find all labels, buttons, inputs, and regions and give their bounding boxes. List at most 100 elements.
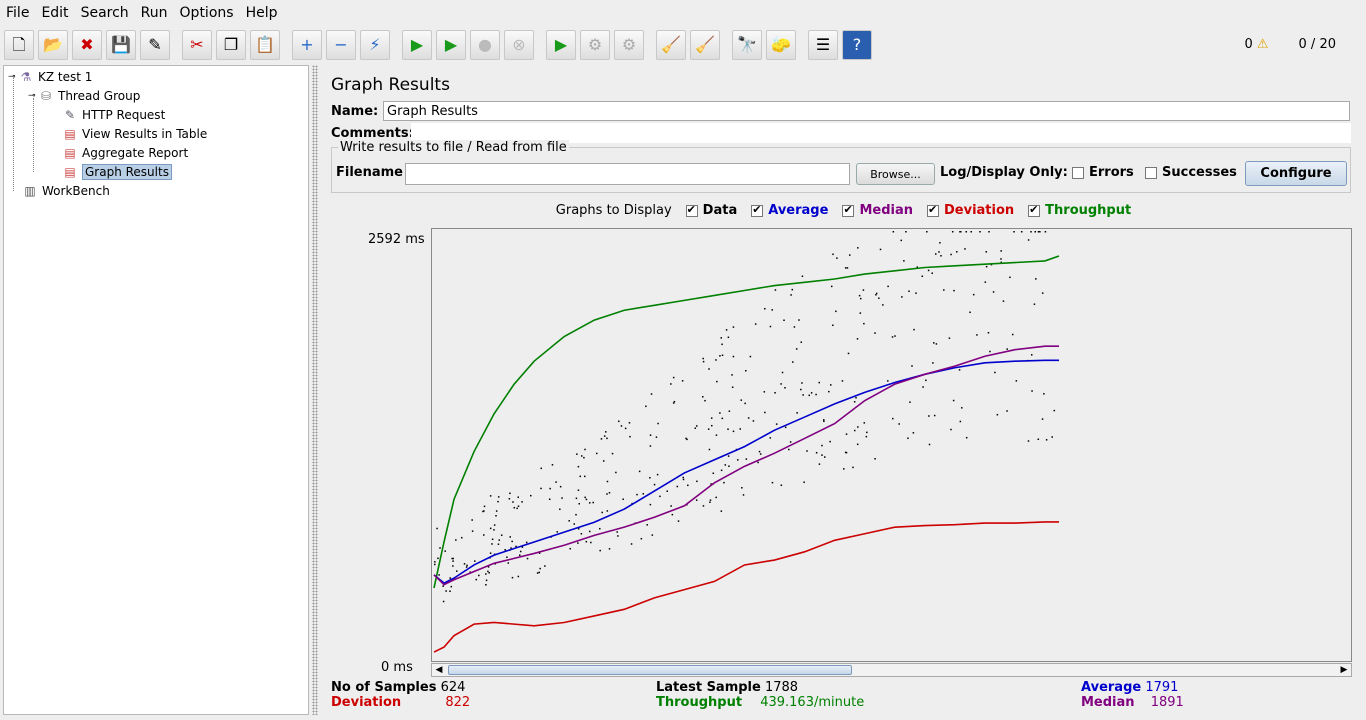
new-icon[interactable]: 🗋 — [4, 30, 34, 60]
cut-icon[interactable]: ✂ — [182, 30, 212, 60]
successes-checkbox[interactable]: Successes — [1145, 165, 1237, 180]
deviation-checkbox[interactable]: Deviation — [926, 203, 1014, 218]
help-icon[interactable]: ? — [842, 30, 872, 60]
data-point — [925, 379, 927, 382]
data-point — [1013, 231, 1015, 233]
data-point — [708, 368, 710, 370]
data-point — [848, 254, 851, 256]
data-point — [715, 359, 717, 361]
tree-item-view-results-table[interactable]: ▤ View Results in Table — [62, 124, 207, 143]
configure-button[interactable]: Configure — [1245, 161, 1347, 186]
data-point — [987, 332, 990, 334]
search-icon[interactable]: 🔭 — [732, 30, 762, 60]
data-point — [959, 231, 961, 233]
start-no-pause-icon[interactable]: ▶ — [436, 30, 466, 60]
data-point — [741, 487, 743, 489]
filename-input[interactable] — [405, 163, 850, 185]
remote-stop-icon[interactable]: ⚙ — [580, 30, 610, 60]
data-point — [577, 542, 579, 544]
graph-horizontal-scrollbar[interactable]: ◀ ▶ — [431, 663, 1352, 677]
save-as-icon[interactable]: ✎ — [140, 30, 170, 60]
data-point — [996, 413, 999, 416]
data-point — [670, 505, 672, 507]
data-point — [724, 464, 727, 466]
data-point — [649, 476, 651, 479]
results-graph — [431, 228, 1352, 662]
data-checkbox[interactable]: Data — [685, 203, 737, 218]
data-point — [823, 419, 825, 421]
median-checkbox[interactable]: Median — [842, 203, 913, 218]
close-icon[interactable]: ✖ — [72, 30, 102, 60]
scroll-left-icon[interactable]: ◀ — [432, 664, 446, 676]
data-point — [677, 520, 680, 522]
reset-search-icon[interactable]: 🧽 — [766, 30, 796, 60]
data-point — [521, 501, 523, 503]
data-point — [601, 511, 603, 514]
menu-help[interactable]: Help — [246, 5, 278, 21]
warning-count[interactable]: 0 ⚠ — [1244, 37, 1268, 52]
data-point — [725, 329, 728, 331]
flask-icon: ⚗ — [20, 69, 32, 84]
tree-item-http-request[interactable]: ✎ HTTP Request — [62, 105, 165, 124]
data-point — [577, 489, 580, 491]
browse-button[interactable]: Browse... — [856, 163, 935, 185]
open-icon[interactable]: 📂 — [38, 30, 68, 60]
data-point — [758, 450, 761, 453]
remote-shutdown-icon[interactable]: ⚙ — [614, 30, 644, 60]
remote-start-icon[interactable]: ▶ — [546, 30, 576, 60]
data-point — [434, 563, 436, 566]
file-legend: Write results to file / Read from file — [338, 140, 569, 155]
tree-item-thread-group[interactable]: ⊸ ⛁ Thread Group — [28, 86, 140, 105]
shutdown-icon[interactable]: ⊗ — [504, 30, 534, 60]
menu-search[interactable]: Search — [81, 5, 129, 21]
scroll-right-icon[interactable]: ▶ — [1337, 664, 1351, 676]
data-point — [1039, 231, 1041, 233]
data-point — [964, 248, 966, 250]
function-helper-icon[interactable]: ☰ — [808, 30, 838, 60]
clear-icon[interactable]: 🧹 — [656, 30, 686, 60]
expand-icon[interactable]: + — [292, 30, 322, 60]
data-point — [474, 560, 476, 562]
menu-edit[interactable]: Edit — [41, 5, 68, 21]
tree-item-test-plan[interactable]: ⊸ ⚗ KZ test 1 — [8, 67, 92, 86]
errors-checkbox[interactable]: Errors — [1072, 165, 1134, 180]
data-point — [585, 540, 588, 543]
paste-icon[interactable]: 📋 — [250, 30, 280, 60]
data-point — [549, 487, 551, 490]
average-checkbox[interactable]: Average — [751, 203, 828, 218]
start-icon[interactable]: ▶ — [402, 30, 432, 60]
data-point — [651, 534, 654, 536]
copy-icon[interactable]: ❐ — [216, 30, 246, 60]
data-point — [846, 267, 849, 269]
tree-item-graph-results[interactable]: ▤ Graph Results — [62, 162, 172, 181]
data-point — [463, 563, 466, 565]
data-point — [539, 567, 541, 570]
scrollbar-thumb[interactable] — [448, 665, 852, 675]
data-point — [516, 507, 518, 510]
data-point — [953, 289, 955, 292]
data-point — [801, 382, 803, 384]
data-point — [815, 451, 818, 454]
data-point — [752, 420, 755, 422]
toggle-icon[interactable]: ⚡ — [360, 30, 390, 60]
tree-item-workbench[interactable]: ▥ WorkBench — [22, 181, 109, 200]
data-point — [487, 570, 489, 573]
split-pane-divider[interactable] — [312, 65, 318, 715]
data-point — [806, 450, 808, 452]
menu-options[interactable]: Options — [180, 5, 234, 21]
data-point — [600, 438, 603, 440]
clear-all-icon[interactable]: 🧹 — [690, 30, 720, 60]
data-point — [938, 251, 940, 253]
collapse-icon[interactable]: − — [326, 30, 356, 60]
save-icon[interactable]: 💾 — [106, 30, 136, 60]
tree-item-aggregate-report[interactable]: ▤ Aggregate Report — [62, 143, 188, 162]
data-point — [592, 501, 594, 504]
data-point — [590, 541, 592, 544]
menu-run[interactable]: Run — [141, 5, 168, 21]
stop-icon[interactable]: ● — [470, 30, 500, 60]
data-point — [526, 557, 529, 560]
throughput-checkbox[interactable]: Throughput — [1028, 203, 1131, 218]
menu-file[interactable]: File — [6, 5, 29, 21]
name-input[interactable] — [383, 101, 1350, 121]
graph-svg — [433, 231, 1060, 653]
